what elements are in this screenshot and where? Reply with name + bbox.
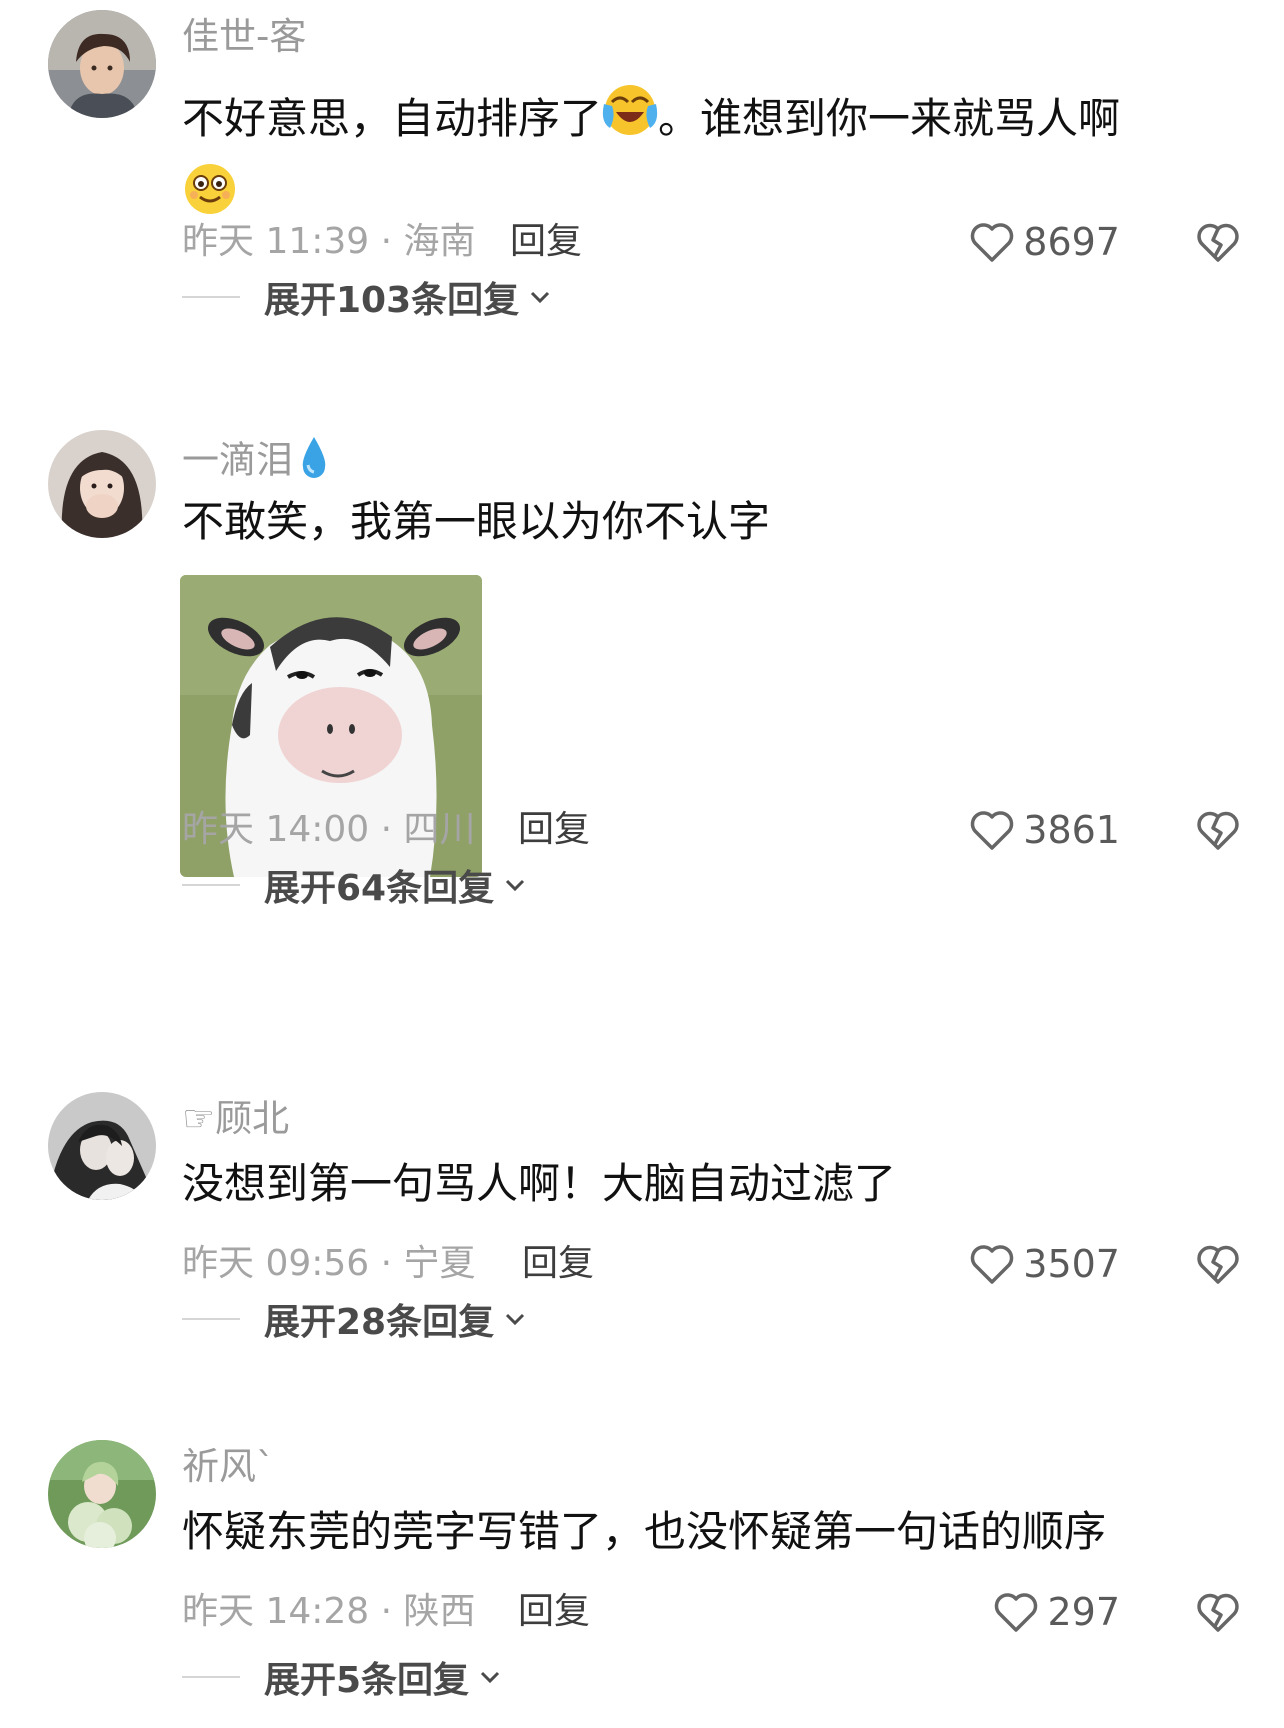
avatar-image <box>48 430 156 538</box>
heart-outline-icon <box>971 811 1014 850</box>
divider-line <box>182 884 240 886</box>
expand-replies-button[interactable]: 展开64条回复 <box>182 860 528 910</box>
avatar[interactable] <box>48 1440 156 1548</box>
divider-line <box>182 1676 240 1678</box>
divider-line <box>182 1318 240 1320</box>
divider-line <box>182 296 240 298</box>
broken-heart-icon[interactable] <box>1194 1240 1242 1288</box>
heart-outline-icon <box>971 1245 1014 1284</box>
expand-replies-button[interactable]: 展开5条回复 <box>182 1652 503 1702</box>
broken-heart-icon[interactable] <box>1194 218 1242 266</box>
avatar-image <box>48 10 156 118</box>
chevron-down-icon <box>531 291 550 304</box>
avatar[interactable] <box>48 1092 156 1200</box>
comment-meta: 昨天 14:28 · 陕西 回复 297 <box>182 1584 1242 1640</box>
expand-replies-label: 展开64条回复 <box>264 868 495 909</box>
username-text: 一滴泪 <box>182 438 293 482</box>
comment-text-part: 。谁想到你一来就骂人啊 <box>658 94 1121 143</box>
avatar[interactable] <box>48 430 156 538</box>
like-button[interactable]: 3861 <box>969 802 1120 858</box>
chevron-down-icon <box>506 1313 525 1326</box>
reply-button[interactable]: 回复 <box>510 214 582 270</box>
expand-replies-label: 展开103条回复 <box>264 280 520 321</box>
laughing-crying-emoji-icon <box>602 82 658 161</box>
timestamp-location: 昨天 14:28 · 陕西 <box>182 1591 476 1632</box>
comment-text: 怀疑东莞的莞字写错了，也没怀疑第一句话的顺序 <box>182 1507 1107 1556</box>
reply-button[interactable]: 回复 <box>518 1584 590 1640</box>
broken-heart-icon[interactable] <box>1194 806 1242 854</box>
chevron-down-icon <box>481 1671 500 1684</box>
avatar-image <box>48 1440 156 1548</box>
like-count: 8697 <box>1023 220 1120 264</box>
timestamp-location: 昨天 09:56 · 宁夏 <box>182 1243 476 1284</box>
expand-replies-label: 展开28条回复 <box>264 1302 495 1343</box>
reply-button[interactable]: 回复 <box>522 1236 594 1292</box>
expand-replies-button[interactable]: 展开103条回复 <box>182 272 553 322</box>
like-count: 3507 <box>1023 1242 1120 1286</box>
comment-meta: 昨天 09:56 · 宁夏 回复 3507 <box>182 1236 1242 1292</box>
comment-text: 不敢笑，我第一眼以为你不认字 <box>182 497 771 546</box>
timestamp-location: 昨天 11:39 · 海南 <box>182 221 476 262</box>
like-button[interactable]: 8697 <box>969 214 1120 270</box>
avatar[interactable] <box>48 10 156 118</box>
reply-button[interactable]: 回复 <box>518 802 590 858</box>
username[interactable]: 祈风` <box>182 1445 275 1489</box>
like-count: 297 <box>1047 1590 1120 1634</box>
expand-replies-button[interactable]: 展开28条回复 <box>182 1294 528 1344</box>
chevron-down-icon <box>506 879 525 892</box>
like-button[interactable]: 297 <box>993 1584 1120 1640</box>
expand-replies-label: 展开5条回复 <box>264 1660 470 1701</box>
droplet-emoji-icon <box>299 435 329 489</box>
comment-thread: 佳世-客 不好意思，自动排序了 。谁想到你一来就骂人啊 昨天 11:39 · 海… <box>0 0 1284 1728</box>
heart-outline-icon <box>971 223 1014 262</box>
broken-heart-icon[interactable] <box>1194 1588 1242 1636</box>
comment-text: 没想到第一句骂人啊！大脑自动过滤了 <box>182 1159 897 1208</box>
like-count: 3861 <box>1023 808 1120 852</box>
comment-meta: 昨天 14:00 · 四川 回复 3861 <box>182 802 1242 858</box>
username[interactable]: 佳世-客 <box>182 15 306 59</box>
timestamp-location: 昨天 14:00 · 四川 <box>182 809 476 850</box>
like-button[interactable]: 3507 <box>969 1236 1120 1292</box>
username[interactable]: ☞顾北 <box>182 1097 289 1141</box>
comment-text-part: 不好意思，自动排序了 <box>182 94 603 143</box>
username[interactable]: 一滴泪 <box>182 435 329 489</box>
avatar-image <box>48 1092 156 1200</box>
comment-meta: 昨天 11:39 · 海南 回复 8697 <box>182 214 1242 270</box>
heart-outline-icon <box>995 1593 1038 1632</box>
